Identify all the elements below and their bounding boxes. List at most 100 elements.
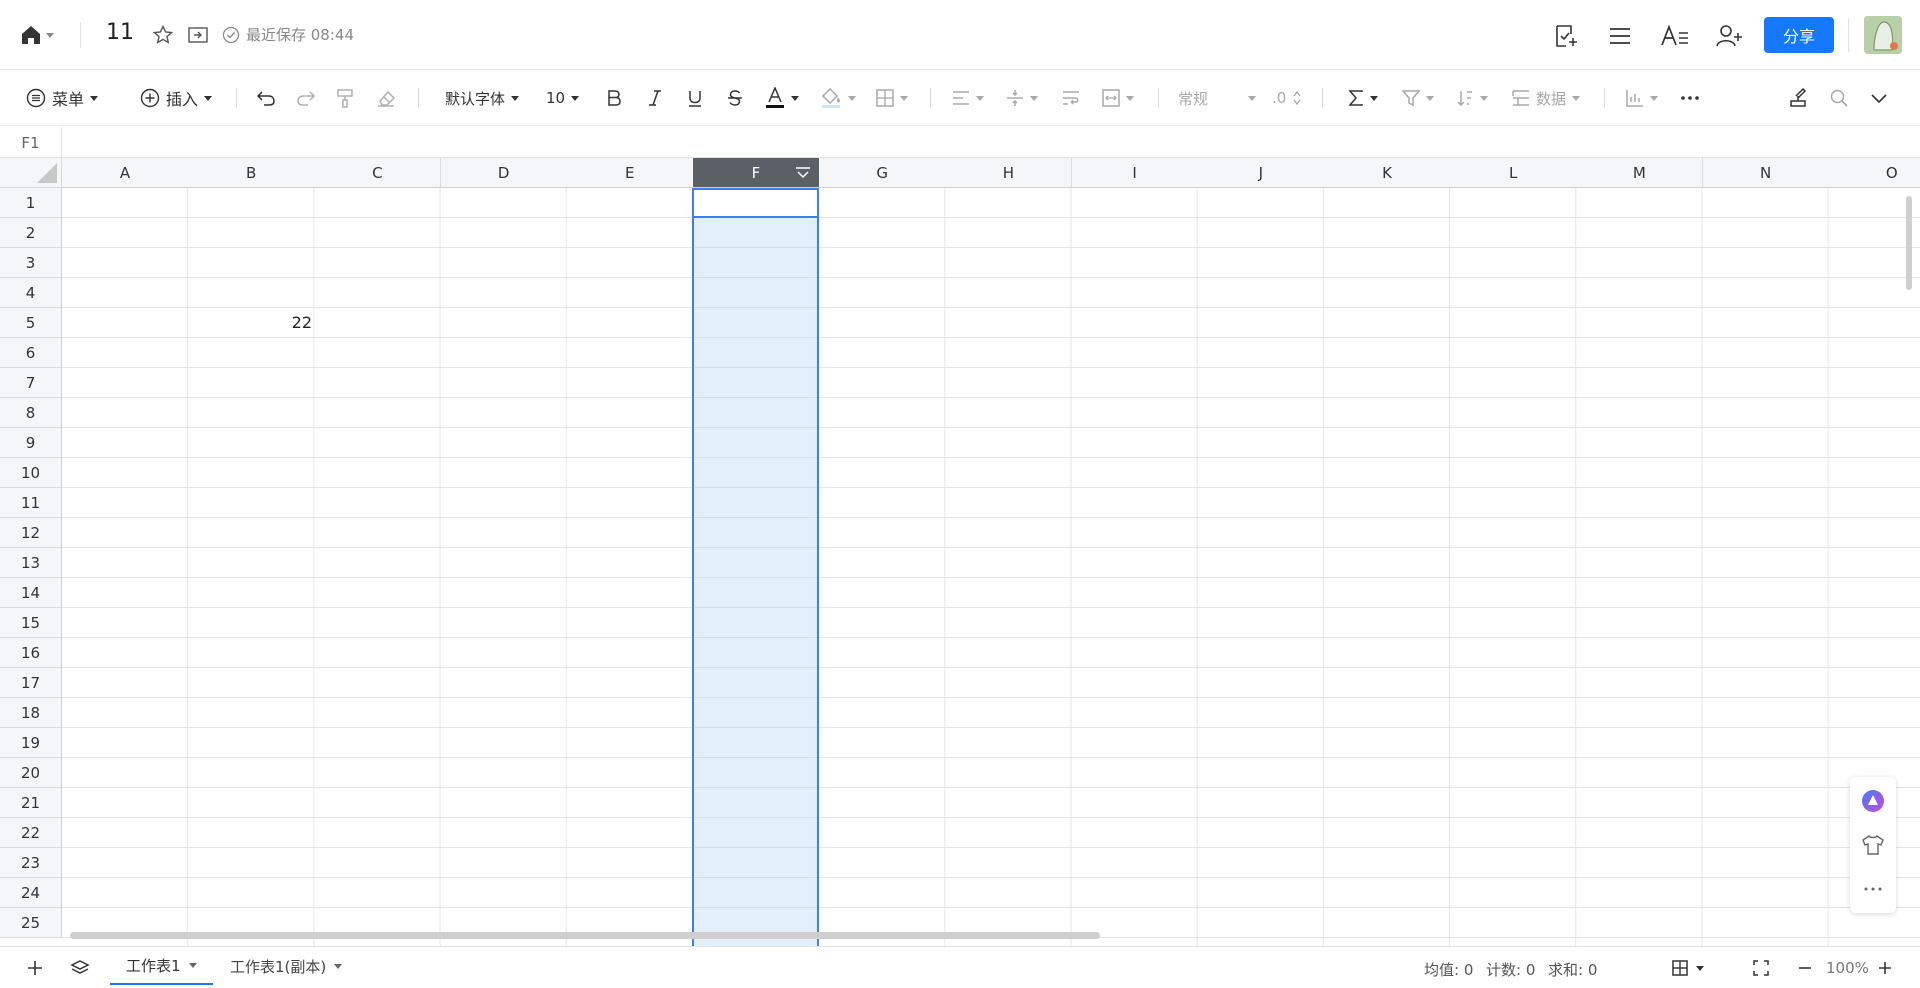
horizontal-align-button[interactable] [952,84,984,112]
font-color-button[interactable] [765,84,799,112]
move-folder-icon[interactable] [187,24,209,46]
search-button[interactable] [1830,84,1848,112]
wrap-text-button[interactable] [1062,84,1080,112]
row-header-25[interactable]: 25 [0,908,62,938]
vertical-scrollbar[interactable] [1906,196,1912,290]
cell-grid[interactable] [62,188,1920,946]
row-header-16[interactable]: 16 [0,638,62,668]
row-header-5[interactable]: 5 [0,308,62,338]
font-family-select[interactable]: 默认字体 [445,84,520,112]
name-box[interactable]: F1 [0,127,62,158]
row-header-11[interactable]: 11 [0,488,62,518]
active-cell[interactable] [692,188,819,218]
chevron-down-icon[interactable] [334,963,343,969]
row-header-19[interactable]: 19 [0,728,62,758]
row-header-2[interactable]: 2 [0,218,62,248]
avatar[interactable] [1864,16,1902,54]
row-header-15[interactable]: 15 [0,608,62,638]
font-size-select[interactable]: 10 [546,84,580,112]
row-header-20[interactable]: 20 [0,758,62,788]
column-header-h[interactable]: H [945,158,1073,188]
add-sheet-button[interactable] [24,957,46,979]
row-header-4[interactable]: 4 [0,278,62,308]
column-header-m[interactable]: M [1576,158,1704,188]
row-header-6[interactable]: 6 [0,338,62,368]
row-header-9[interactable]: 9 [0,428,62,458]
row-header-18[interactable]: 18 [0,698,62,728]
row-header-13[interactable]: 13 [0,548,62,578]
column-header-k[interactable]: K [1324,158,1451,188]
more-tools-button[interactable] [1680,84,1700,112]
star-icon[interactable] [152,24,174,46]
column-header-n[interactable]: N [1702,158,1830,188]
row-header-23[interactable]: 23 [0,848,62,878]
text-format-icon[interactable] [1660,22,1690,50]
insert-button[interactable]: 插入 [140,84,213,112]
select-all-corner[interactable] [0,158,62,188]
bold-button[interactable] [606,84,622,112]
merge-cells-button[interactable] [1102,84,1134,112]
column-header-e[interactable]: E [566,158,694,188]
column-menu-icon[interactable] [795,166,811,180]
sort-button[interactable] [1456,84,1488,112]
menu-lines-icon[interactable] [1606,22,1634,50]
collapse-toolbar-button[interactable] [1870,84,1888,112]
decimal-places-stepper[interactable]: .0 [1272,84,1302,112]
row-header-10[interactable]: 10 [0,458,62,488]
row-header-8[interactable]: 8 [0,398,62,428]
fullscreen-button[interactable] [1750,957,1772,979]
sum-button[interactable] [1348,84,1378,112]
strikethrough-button[interactable] [727,84,743,112]
fill-color-button[interactable] [820,84,856,112]
more-dots-icon[interactable] [1861,877,1885,901]
row-header-24[interactable]: 24 [0,878,62,908]
column-header-g[interactable]: G [819,158,947,188]
number-format-select[interactable]: 常规 [1178,84,1257,112]
document-title[interactable]: 11 [106,20,134,45]
column-header-o[interactable]: O [1828,158,1920,188]
italic-button[interactable] [648,84,662,112]
chevron-down-icon[interactable] [188,962,197,968]
share-button[interactable]: 分享 [1764,17,1834,53]
row-header-3[interactable]: 3 [0,248,62,278]
filter-button[interactable] [1402,84,1434,112]
horizontal-scrollbar[interactable] [70,932,1100,939]
zoom-out-button[interactable] [1796,957,1814,979]
sheet-tab[interactable]: 工作表1 [110,947,213,985]
column-header-c[interactable]: C [314,158,442,188]
format-painter-button[interactable] [336,84,354,112]
clear-format-button[interactable] [376,84,396,112]
menu-button[interactable]: 菜单 [26,84,99,112]
view-mode-button[interactable] [1668,957,1708,979]
cell-b5[interactable]: 22 [280,313,312,332]
sheet-list-button[interactable] [68,957,92,979]
ai-assistant-icon[interactable] [1861,789,1885,813]
edit-mode-button[interactable] [1788,84,1808,112]
column-header-i[interactable]: I [1071,158,1199,188]
column-header-f[interactable]: F [693,158,820,188]
column-header-b[interactable]: B [188,158,316,188]
row-header-17[interactable]: 17 [0,668,62,698]
vertical-align-button[interactable] [1006,84,1038,112]
sheet-tab[interactable]: 工作表1(副本) [214,947,358,985]
theme-shirt-icon[interactable] [1861,833,1885,857]
redo-button[interactable] [296,84,316,112]
home-button[interactable] [20,22,64,48]
borders-button[interactable] [876,84,908,112]
row-header-14[interactable]: 14 [0,578,62,608]
column-header-d[interactable]: D [440,158,568,188]
column-header-l[interactable]: L [1450,158,1578,188]
column-header-j[interactable]: J [1197,158,1325,188]
row-header-7[interactable]: 7 [0,368,62,398]
zoom-in-button[interactable] [1876,957,1894,979]
add-collaborator-icon[interactable] [1714,22,1744,50]
row-header-1[interactable]: 1 [0,188,62,218]
data-menu-button[interactable]: 数据 [1512,84,1581,112]
row-header-22[interactable]: 22 [0,818,62,848]
task-icon[interactable] [1552,22,1580,50]
chart-button[interactable] [1626,84,1658,112]
row-header-12[interactable]: 12 [0,518,62,548]
underline-button[interactable] [687,84,703,112]
undo-button[interactable] [256,84,276,112]
row-header-21[interactable]: 21 [0,788,62,818]
